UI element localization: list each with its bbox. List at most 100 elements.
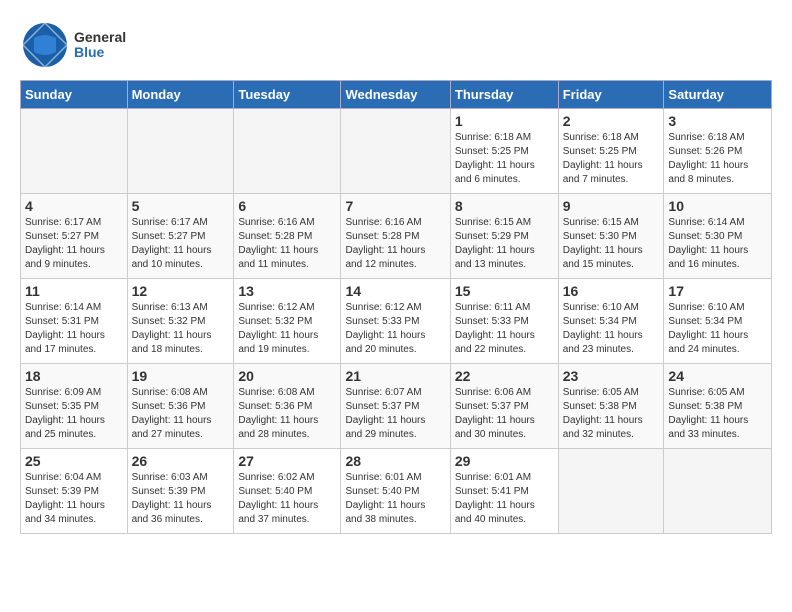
day-number: 4 [25, 198, 123, 214]
calendar-cell: 3 Sunrise: 6:18 AM Sunset: 5:26 PM Daylig… [664, 109, 772, 194]
day-info: Sunrise: 6:12 AM Sunset: 5:33 PM Dayligh… [345, 301, 445, 357]
day-number: 15 [455, 283, 554, 299]
day-info: Sunrise: 6:08 AM Sunset: 5:36 PM Dayligh… [238, 386, 336, 442]
col-header-sunday: Sunday [21, 81, 128, 109]
calendar-cell: 5 Sunrise: 6:17 AM Sunset: 5:27 PM Daylig… [127, 194, 234, 279]
day-info: Sunrise: 6:05 AM Sunset: 5:38 PM Dayligh… [563, 386, 660, 442]
calendar-cell: 19Sunrise: 6:08 AM Sunset: 5:36 PM Dayli… [127, 364, 234, 449]
day-info: Sunrise: 6:18 AM Sunset: 5:25 PM Dayligh… [455, 131, 554, 187]
header: GeneralBlue [20, 20, 772, 70]
calendar-cell: 2 Sunrise: 6:18 AM Sunset: 5:25 PM Daylig… [558, 109, 664, 194]
calendar-cell: 12 Sunrise: 6:13 AM Sunset: 5:32 PM Dayli… [127, 279, 234, 364]
day-number: 1 [455, 113, 554, 129]
day-number: 12 [132, 283, 230, 299]
day-info: Sunrise: 6:08 AM Sunset: 5:36 PM Dayligh… [132, 386, 230, 442]
logo-text: GeneralBlue [74, 30, 126, 61]
day-number: 23 [563, 368, 660, 384]
day-info: Sunrise: 6:07 AM Sunset: 5:37 PM Dayligh… [345, 386, 445, 442]
day-info: Sunrise: 6:15 AM Sunset: 5:30 PM Dayligh… [563, 216, 660, 272]
week-row-5: 25 Sunrise: 6:04 AM Sunset: 5:39 PM Dayli… [21, 449, 772, 534]
day-info: Sunrise: 6:14 AM Sunset: 5:30 PM Dayligh… [668, 216, 767, 272]
day-info: Sunrise: 6:18 AM Sunset: 5:25 PM Dayligh… [563, 131, 660, 187]
col-header-friday: Friday [558, 81, 664, 109]
day-number: 29 [455, 453, 554, 469]
calendar-cell: 18 Sunrise: 6:09 AM Sunset: 5:35 PM Dayli… [21, 364, 128, 449]
calendar-cell: 21 Sunrise: 6:07 AM Sunset: 5:37 PM Dayli… [341, 364, 450, 449]
day-info: Sunrise: 6:01 AM Sunset: 5:41 PM Dayligh… [455, 471, 554, 527]
calendar-cell: 22Sunrise: 6:06 AM Sunset: 5:37 PM Dayli… [450, 364, 558, 449]
day-info: Sunrise: 6:13 AM Sunset: 5:32 PM Dayligh… [132, 301, 230, 357]
header-row: SundayMondayTuesdayWednesdayThursdayFrid… [21, 81, 772, 109]
day-info: Sunrise: 6:01 AM Sunset: 5:40 PM Dayligh… [345, 471, 445, 527]
calendar-cell: 23 Sunrise: 6:05 AM Sunset: 5:38 PM Dayli… [558, 364, 664, 449]
col-header-tuesday: Tuesday [234, 81, 341, 109]
calendar-cell [558, 449, 664, 534]
day-number: 21 [345, 368, 445, 384]
day-info: Sunrise: 6:09 AM Sunset: 5:35 PM Dayligh… [25, 386, 123, 442]
calendar-cell: 1 Sunrise: 6:18 AM Sunset: 5:25 PM Daylig… [450, 109, 558, 194]
day-number: 13 [238, 283, 336, 299]
day-info: Sunrise: 6:16 AM Sunset: 5:28 PM Dayligh… [238, 216, 336, 272]
logo-general-text: General [74, 30, 126, 45]
calendar-cell: 28 Sunrise: 6:01 AM Sunset: 5:40 PM Dayli… [341, 449, 450, 534]
calendar-cell: 27Sunrise: 6:02 AM Sunset: 5:40 PM Dayli… [234, 449, 341, 534]
week-row-3: 11 Sunrise: 6:14 AM Sunset: 5:31 PM Dayli… [21, 279, 772, 364]
col-header-saturday: Saturday [664, 81, 772, 109]
day-number: 18 [25, 368, 123, 384]
day-number: 26 [132, 453, 230, 469]
day-info: Sunrise: 6:17 AM Sunset: 5:27 PM Dayligh… [25, 216, 123, 272]
calendar-cell: 8Sunrise: 6:15 AM Sunset: 5:29 PM Daylig… [450, 194, 558, 279]
calendar-cell: 13 Sunrise: 6:12 AM Sunset: 5:32 PM Dayli… [234, 279, 341, 364]
calendar-cell: 6 Sunrise: 6:16 AM Sunset: 5:28 PM Daylig… [234, 194, 341, 279]
day-number: 24 [668, 368, 767, 384]
day-number: 16 [563, 283, 660, 299]
day-number: 2 [563, 113, 660, 129]
day-number: 25 [25, 453, 123, 469]
day-number: 7 [345, 198, 445, 214]
calendar-cell: 24Sunrise: 6:05 AM Sunset: 5:38 PM Dayli… [664, 364, 772, 449]
day-info: Sunrise: 6:11 AM Sunset: 5:33 PM Dayligh… [455, 301, 554, 357]
col-header-monday: Monday [127, 81, 234, 109]
day-info: Sunrise: 6:14 AM Sunset: 5:31 PM Dayligh… [25, 301, 123, 357]
calendar-cell [664, 449, 772, 534]
calendar-cell: 25 Sunrise: 6:04 AM Sunset: 5:39 PM Dayli… [21, 449, 128, 534]
day-number: 5 [132, 198, 230, 214]
day-info: Sunrise: 6:16 AM Sunset: 5:28 PM Dayligh… [345, 216, 445, 272]
day-number: 6 [238, 198, 336, 214]
day-number: 8 [455, 198, 554, 214]
calendar-cell: 11 Sunrise: 6:14 AM Sunset: 5:31 PM Dayli… [21, 279, 128, 364]
calendar-cell: 16 Sunrise: 6:10 AM Sunset: 5:34 PM Dayli… [558, 279, 664, 364]
day-info: Sunrise: 6:10 AM Sunset: 5:34 PM Dayligh… [668, 301, 767, 357]
calendar-cell: 15 Sunrise: 6:11 AM Sunset: 5:33 PM Dayli… [450, 279, 558, 364]
calendar-cell [341, 109, 450, 194]
calendar-cell: 9Sunrise: 6:15 AM Sunset: 5:30 PM Daylig… [558, 194, 664, 279]
day-number: 28 [345, 453, 445, 469]
logo-blue-text: Blue [74, 45, 126, 60]
day-info: Sunrise: 6:12 AM Sunset: 5:32 PM Dayligh… [238, 301, 336, 357]
day-info: Sunrise: 6:04 AM Sunset: 5:39 PM Dayligh… [25, 471, 123, 527]
day-info: Sunrise: 6:03 AM Sunset: 5:39 PM Dayligh… [132, 471, 230, 527]
calendar-cell: 7 Sunrise: 6:16 AM Sunset: 5:28 PM Daylig… [341, 194, 450, 279]
day-info: Sunrise: 6:18 AM Sunset: 5:26 PM Dayligh… [668, 131, 767, 187]
logo: GeneralBlue [20, 20, 126, 70]
calendar-cell: 4 Sunrise: 6:17 AM Sunset: 5:27 PM Daylig… [21, 194, 128, 279]
day-number: 11 [25, 283, 123, 299]
day-info: Sunrise: 6:02 AM Sunset: 5:40 PM Dayligh… [238, 471, 336, 527]
calendar-cell [21, 109, 128, 194]
day-number: 17 [668, 283, 767, 299]
calendar-cell: 29 Sunrise: 6:01 AM Sunset: 5:41 PM Dayli… [450, 449, 558, 534]
col-header-wednesday: Wednesday [341, 81, 450, 109]
calendar-cell: 10Sunrise: 6:14 AM Sunset: 5:30 PM Dayli… [664, 194, 772, 279]
calendar-cell: 20 Sunrise: 6:08 AM Sunset: 5:36 PM Dayli… [234, 364, 341, 449]
week-row-2: 4 Sunrise: 6:17 AM Sunset: 5:27 PM Daylig… [21, 194, 772, 279]
calendar-cell [127, 109, 234, 194]
day-number: 20 [238, 368, 336, 384]
day-number: 3 [668, 113, 767, 129]
day-info: Sunrise: 6:17 AM Sunset: 5:27 PM Dayligh… [132, 216, 230, 272]
calendar-cell: 17 Sunrise: 6:10 AM Sunset: 5:34 PM Dayli… [664, 279, 772, 364]
calendar-cell: 26 Sunrise: 6:03 AM Sunset: 5:39 PM Dayli… [127, 449, 234, 534]
logo-svg [20, 20, 70, 70]
day-number: 14 [345, 283, 445, 299]
calendar-table: SundayMondayTuesdayWednesdayThursdayFrid… [20, 80, 772, 534]
day-info: Sunrise: 6:10 AM Sunset: 5:34 PM Dayligh… [563, 301, 660, 357]
